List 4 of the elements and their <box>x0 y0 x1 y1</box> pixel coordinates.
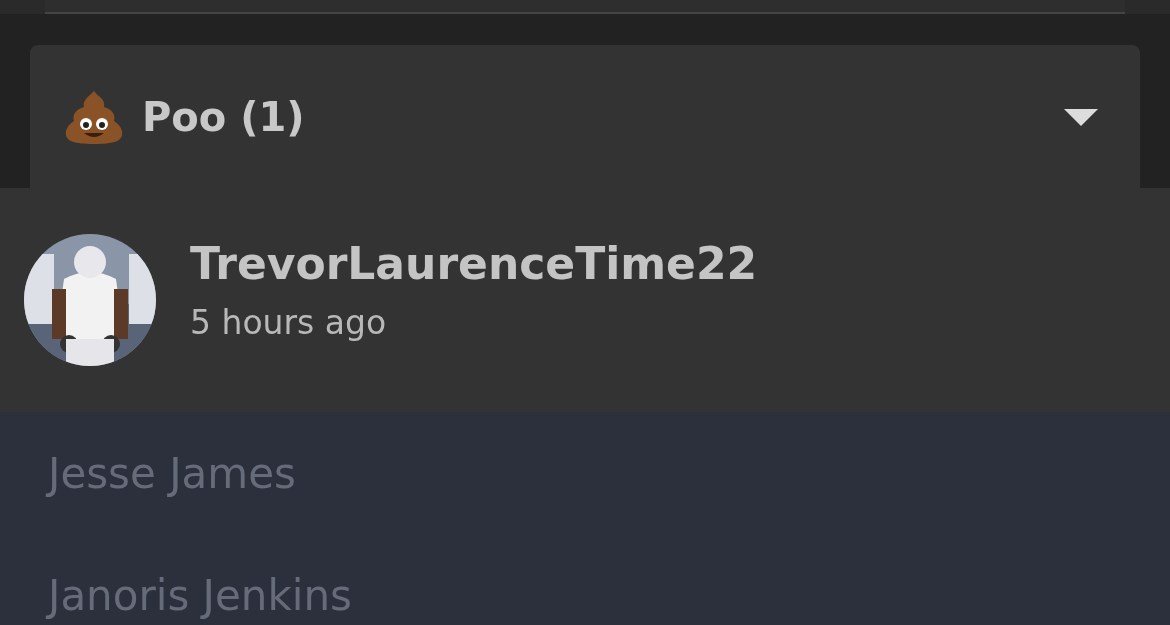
username: TrevorLaurenceTime22 <box>190 238 758 289</box>
timestamp: 5 hours ago <box>190 303 388 342</box>
poo-icon <box>64 88 124 145</box>
reaction-header[interactable]: Poo (1) <box>30 45 1140 188</box>
